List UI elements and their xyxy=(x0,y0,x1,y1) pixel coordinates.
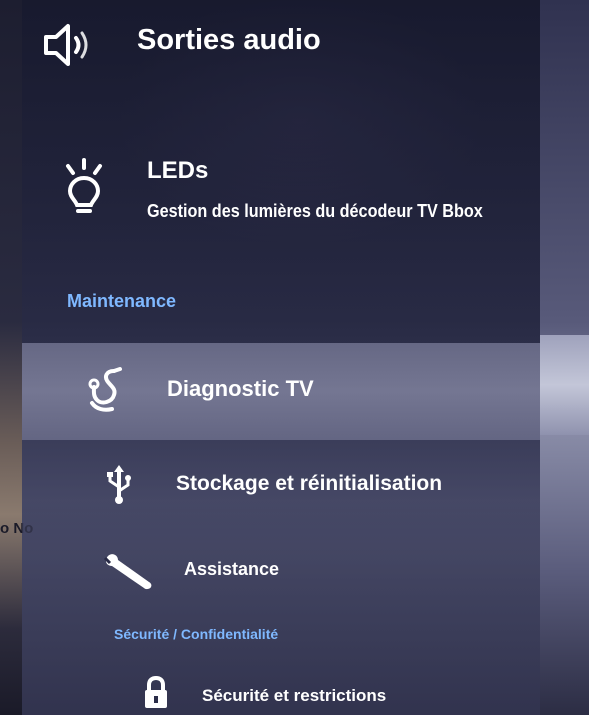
menu-item-storage-reset-label: Stockage et réinitialisation xyxy=(176,472,443,495)
menu-item-assistance-label: Assistance xyxy=(184,559,280,579)
usb-icon xyxy=(104,465,134,505)
menu-item-diagnostic-tv-label: Diagnostic TV xyxy=(167,376,314,401)
menu-item-audio-outputs-label: Sorties audio xyxy=(137,24,321,56)
tv-screen: o No Sorties audio LEDs Gestion des lumi… xyxy=(0,0,589,715)
section-label-maintenance: Maintenance xyxy=(67,291,177,311)
background-right-band xyxy=(540,335,589,435)
menu-item-diagnostic-tv[interactable]: Diagnostic TV xyxy=(22,343,540,440)
background-left-content xyxy=(0,0,22,715)
speaker-icon xyxy=(40,20,96,70)
stethoscope-icon xyxy=(82,365,130,415)
menu-item-audio-outputs[interactable]: Sorties audio xyxy=(22,10,540,80)
menu-item-leds-label: LEDs xyxy=(147,157,209,184)
menu-item-security-restrictions-label: Sécurité et restrictions xyxy=(202,686,387,705)
menu-item-storage-reset[interactable]: Stockage et réinitialisation xyxy=(22,455,540,515)
light-bulb-icon xyxy=(60,156,108,216)
menu-item-leds-description: Gestion des lumières du décodeur TV Bbox xyxy=(147,201,483,221)
lock-icon xyxy=(142,676,170,710)
wrench-icon xyxy=(102,552,158,592)
menu-item-assistance[interactable]: Assistance xyxy=(22,540,540,600)
section-label-security-privacy: Sécurité / Confidentialité xyxy=(114,626,279,642)
menu-item-security-restrictions[interactable]: Sécurité et restrictions xyxy=(22,670,540,715)
menu-item-leds[interactable]: LEDs Gestion des lumières du décodeur TV… xyxy=(22,140,540,250)
